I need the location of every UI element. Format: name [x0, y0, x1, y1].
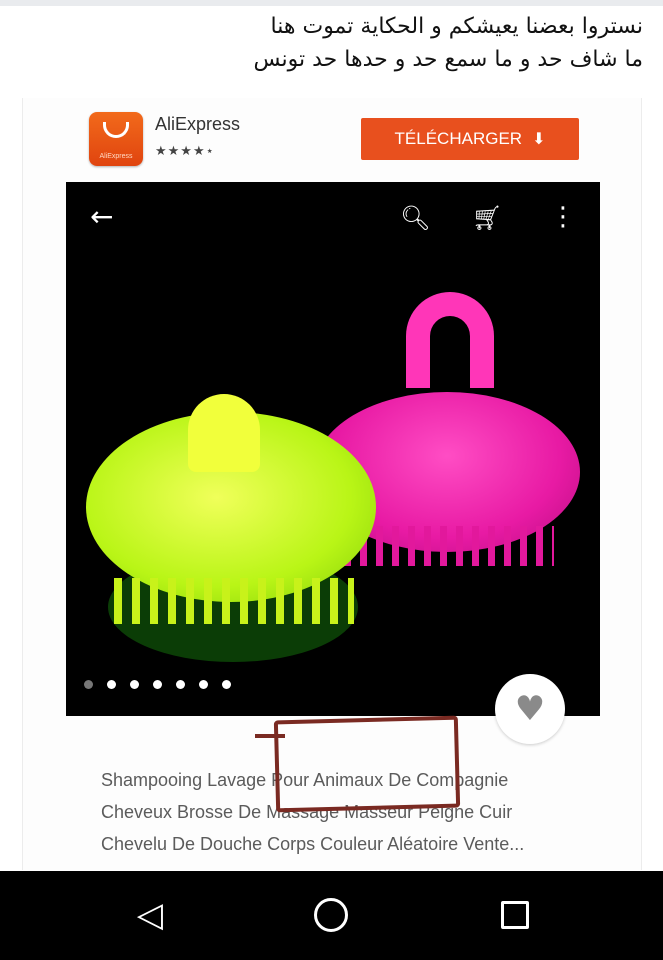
- download-button[interactable]: TÉLÉCHARGER ⬇: [361, 118, 579, 160]
- green-brush-bristles: [114, 578, 354, 624]
- annotation-highlight-box: [273, 715, 461, 813]
- search-icon[interactable]: 🔍︎: [400, 204, 430, 232]
- post-caption-line: ما شاف حد و ما سمع حد و حدها حد تونس: [253, 47, 643, 72]
- cart-icon[interactable]: 🛒︎: [472, 204, 502, 232]
- wishlist-button[interactable]: ♥: [495, 674, 565, 744]
- download-label: TÉLÉCHARGER: [394, 129, 523, 148]
- more-vertical-icon[interactable]: ⋮: [550, 202, 576, 232]
- post-caption: نستروا بعضنا يعيشكم و الحكاية تموت هنا م…: [23, 10, 643, 76]
- android-navigation-bar: ◁: [0, 871, 663, 960]
- top-divider: [0, 0, 663, 6]
- carousel-dot[interactable]: [153, 680, 162, 689]
- post-caption-line: نستروا بعضنا يعيشكم و الحكاية تموت هنا: [270, 14, 643, 39]
- download-icon: ⬇: [532, 131, 546, 148]
- app-rating-stars: ★★★★⋆: [155, 144, 215, 159]
- aliexpress-logo-icon[interactable]: AliExpress: [89, 112, 143, 166]
- logo-caption: AliExpress: [99, 153, 133, 160]
- heart-icon: ♥: [514, 689, 546, 729]
- carousel-dot[interactable]: [199, 680, 208, 689]
- back-arrow-icon[interactable]: ←: [90, 200, 113, 233]
- app-name: AliExpress: [155, 114, 241, 134]
- carousel-dot[interactable]: [84, 680, 93, 689]
- carousel-indicator: [84, 680, 231, 689]
- app-install-banner: AliExpress AliExpress ★★★★⋆ TÉLÉCHARGER …: [23, 98, 643, 178]
- nav-back-icon[interactable]: ◁: [128, 893, 172, 937]
- nav-home-icon[interactable]: [309, 893, 353, 937]
- pink-brush-handle: [406, 292, 494, 388]
- pink-brush-bristles: [344, 526, 554, 566]
- product-title-line: Chevelu De Douche Corps Couleur Aléatoir…: [101, 834, 525, 854]
- carousel-dot-active[interactable]: [107, 680, 116, 689]
- product-image-viewer[interactable]: ← 🔍︎ 🛒︎ ⋮: [66, 182, 600, 716]
- carousel-dot[interactable]: [130, 680, 139, 689]
- carousel-dot[interactable]: [222, 680, 231, 689]
- green-brush-handle: [188, 394, 260, 472]
- carousel-dot[interactable]: [176, 680, 185, 689]
- embedded-screenshot: AliExpress AliExpress ★★★★⋆ TÉLÉCHARGER …: [22, 98, 642, 870]
- nav-recents-icon[interactable]: [493, 893, 537, 937]
